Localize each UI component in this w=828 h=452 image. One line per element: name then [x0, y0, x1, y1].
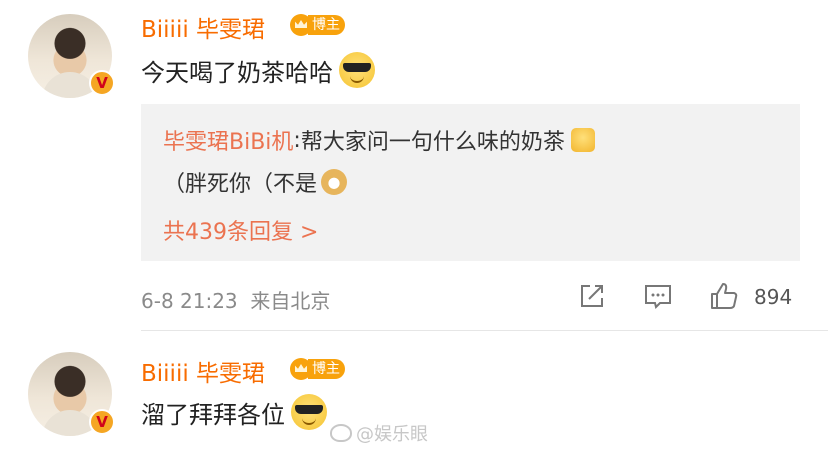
cool-sunglasses-emoji-icon: [291, 394, 327, 430]
cool-sunglasses-emoji-icon: [339, 52, 375, 88]
blogger-badge: 博主: [290, 13, 345, 37]
weibo-logo-icon: [330, 424, 352, 442]
verified-badge-icon: V: [89, 70, 115, 96]
reply-preview[interactable]: 毕雯珺BiBi机: 帮大家问一句什么味的奶茶 （胖死你（不是 共439条回复 >: [141, 104, 800, 261]
comment-meta: 6-8 21:23 来自北京: [141, 285, 330, 314]
crown-icon: [290, 14, 312, 36]
share-icon[interactable]: [576, 280, 608, 312]
reply-line-1: 毕雯珺BiBi机: 帮大家问一句什么味的奶茶: [163, 124, 595, 156]
comment-location: 来自北京: [250, 289, 331, 313]
verified-badge-icon: V: [89, 409, 115, 435]
watermark: @娱乐眼: [330, 420, 428, 446]
reply-author[interactable]: 毕雯珺BiBi机: [163, 124, 293, 156]
comment-username[interactable]: Biiiii 毕雯珺: [141, 354, 265, 388]
view-all-replies-link[interactable]: 共439条回复 >: [163, 214, 318, 246]
comment-text: 今天喝了奶茶哈哈: [141, 52, 375, 88]
divider: [141, 330, 828, 331]
reply-line-2: （胖死你（不是: [163, 166, 348, 198]
like-thumb-icon[interactable]: [708, 280, 740, 312]
comment-date: 6-8 21:23: [141, 289, 238, 313]
crown-icon: [290, 358, 312, 380]
comment-text: 溜了拜拜各位: [141, 394, 327, 430]
doge-emoji-icon: [321, 169, 348, 195]
blogger-badge: 博主: [290, 357, 345, 381]
like-count: 894: [754, 285, 793, 309]
comment-icon[interactable]: [642, 280, 674, 312]
raising-hand-emoji-icon: [570, 128, 595, 152]
comment-username[interactable]: Biiiii 毕雯珺: [141, 10, 265, 44]
